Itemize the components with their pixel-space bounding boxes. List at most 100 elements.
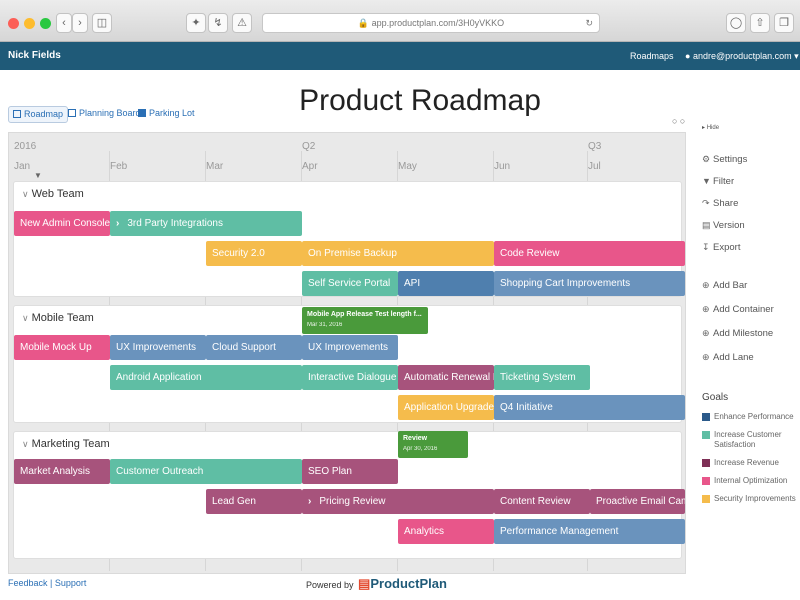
bar-label: API	[404, 278, 421, 289]
menu-label: Add Bar	[713, 280, 748, 291]
tab-roadmap[interactable]: Roadmap	[8, 106, 69, 123]
expand-arrow-icon[interactable]: ›	[308, 496, 311, 507]
chevron-down-icon: ∨	[22, 313, 29, 323]
filter-button[interactable]: ▼ Filter	[702, 176, 734, 187]
share-button[interactable]: ↷ Share	[702, 198, 738, 209]
tabs-icon[interactable]: ❐	[774, 13, 794, 33]
support-link[interactable]: Support	[55, 578, 87, 588]
bar-label: Market Analysis	[20, 466, 91, 477]
goal-legend-item: Increase Revenue	[702, 458, 798, 468]
close-window-button[interactable]	[8, 18, 19, 29]
chevron-down-icon: ▾	[791, 51, 799, 61]
minimize-window-button[interactable]	[24, 18, 35, 29]
goal-label: Internal Optimization	[714, 476, 788, 485]
roadmap-bar[interactable]: Analytics	[398, 519, 494, 544]
roadmap-bar[interactable]: Interactive Dialogue	[302, 365, 398, 390]
roadmaps-link[interactable]: Roadmaps	[630, 51, 674, 61]
roadmap-bar[interactable]: Self Service Portal	[302, 271, 398, 296]
browser-toolbar: ‹ › ◫ ✦ ↯ ⚠ 🔒 app.productplan.com/3H0yVK…	[0, 0, 800, 42]
bar-label: Analytics	[404, 526, 445, 537]
roadmap-bar[interactable]: Application Upgrade	[398, 395, 494, 420]
roadmap-bar[interactable]: Performance Management	[494, 519, 685, 544]
menu-label: Add Milestone	[713, 328, 774, 339]
add-lane-button[interactable]: ⊕ Add Lane	[702, 352, 754, 363]
roadmap-bar[interactable]: New Admin Console	[14, 211, 110, 236]
reload-icon[interactable]: ↻	[585, 14, 593, 32]
bar-label: Cloud Support	[212, 342, 276, 353]
milestone-title: Mobile App Release Test length f...	[307, 311, 422, 318]
bar-label: Mobile Mock Up	[20, 342, 92, 353]
roadmap-bar[interactable]: Automatic Renewal E	[398, 365, 494, 390]
month-label: Feb	[110, 161, 128, 172]
tab-planning-board[interactable]: Planning Board	[64, 106, 145, 123]
lane-title[interactable]: ∨ Web Team	[22, 188, 84, 200]
lane-title[interactable]: ∨ Marketing Team	[22, 438, 110, 450]
warning-icon[interactable]: ⚠	[232, 13, 252, 33]
roadmap-bar[interactable]: Mobile Mock Up	[14, 335, 110, 360]
expand-arrow-icon[interactable]: ›	[116, 218, 119, 229]
roadmap-board: 2016 Q2 Q3 Jan Feb Mar Apr May Jun Jul ▼…	[8, 132, 686, 574]
account-name[interactable]: Nick Fields	[8, 50, 61, 61]
menu-label: Hide	[706, 125, 720, 131]
extension-icon[interactable]: ✦	[186, 13, 206, 33]
zoom-window-button[interactable]	[40, 18, 51, 29]
hide-panel-button[interactable]: ▸ Hide	[702, 124, 719, 131]
settings-button[interactable]: ⚙ Settings	[702, 154, 747, 165]
roadmap-bar[interactable]: Shopping Cart Improvements	[494, 271, 685, 296]
milestone[interactable]: Mobile App Release Test length f... Mar …	[302, 307, 428, 334]
roadmap-bar[interactable]: Proactive Email Camp	[590, 489, 685, 514]
bar-label: Lead Gen	[212, 496, 256, 507]
roadmap-bar[interactable]: UX Improvements	[302, 335, 398, 360]
user-menu[interactable]: ● andre@productplan.com ▾	[685, 51, 799, 62]
roadmap-bar[interactable]: › Pricing Review	[302, 489, 494, 514]
add-bar-button[interactable]: ⊕ Add Bar	[702, 280, 747, 291]
roadmap-bar[interactable]: Security 2.0	[206, 241, 302, 266]
roadmap-bar[interactable]: Market Analysis	[14, 459, 110, 484]
add-container-button[interactable]: ⊕ Add Container	[702, 304, 774, 315]
export-button[interactable]: ↧ Export	[702, 242, 740, 253]
roadmap-bar[interactable]: UX Improvements	[110, 335, 206, 360]
roadmap-bar[interactable]: On Premise Backup	[302, 241, 494, 266]
lane-title-text: Mobile Team	[31, 312, 94, 324]
share-icon[interactable]: ⇧	[750, 13, 770, 33]
goal-label: Enhance Performance	[714, 412, 794, 421]
milestone-date: Mar 31, 2016	[307, 322, 343, 328]
zoom-toggle-icon[interactable]: ○ ○	[672, 116, 685, 126]
filter-icon: ▼	[702, 176, 711, 186]
roadmap-bar[interactable]: Lead Gen	[206, 489, 302, 514]
version-button[interactable]: ▤ Version	[702, 220, 745, 231]
roadmap-bar[interactable]: Cloud Support	[206, 335, 302, 360]
goals-title: Goals	[702, 392, 729, 403]
goal-label: Increase Customer Satisfaction	[714, 430, 782, 449]
roadmap-bar[interactable]: Q4 Initiative	[494, 395, 685, 420]
add-milestone-button[interactable]: ⊕ Add Milestone	[702, 328, 773, 339]
tab-parking-lot[interactable]: Parking Lot	[134, 106, 199, 123]
bar-label: Customer Outreach	[116, 466, 204, 477]
bar-label: Q4 Initiative	[500, 402, 553, 413]
forward-icon[interactable]: ›	[72, 13, 88, 33]
goal-legend-item: Enhance Performance	[702, 412, 798, 422]
roadmap-bar[interactable]: Ticketing System	[494, 365, 590, 390]
roadmap-bar[interactable]: Content Review	[494, 489, 590, 514]
feedback-link[interactable]: Feedback	[8, 578, 48, 588]
month-label: Mar	[206, 161, 224, 172]
address-bar[interactable]: 🔒 app.productplan.com/3H0yVKKO ↻	[262, 13, 600, 33]
lane-title[interactable]: ∨ Mobile Team	[22, 312, 94, 324]
back-icon[interactable]: ‹	[56, 13, 72, 33]
bar-label: Interactive Dialogue	[308, 372, 397, 383]
powered-by: Powered by ▤ProductPlan	[306, 576, 447, 592]
milestone[interactable]: Review Apr 30, 2016	[398, 431, 468, 458]
roadmap-bar[interactable]: › 3rd Party Integrations	[110, 211, 302, 236]
roadmap-bar[interactable]: Customer Outreach	[110, 459, 302, 484]
privacy-icon[interactable]: ◯	[726, 13, 746, 33]
sidebar-icon[interactable]: ◫	[92, 13, 112, 33]
roadmap-bar[interactable]: API	[398, 271, 494, 296]
share-icon: ↷	[702, 198, 710, 208]
roadmap-bar[interactable]: Code Review	[494, 241, 685, 266]
bolt-icon[interactable]: ↯	[208, 13, 228, 33]
productplan-logo[interactable]: ▤ProductPlan	[358, 576, 447, 591]
bar-label: Android Application	[116, 372, 202, 383]
roadmap-bar[interactable]: Android Application	[110, 365, 302, 390]
roadmap-bar[interactable]: SEO Plan	[302, 459, 398, 484]
board-icon	[68, 109, 76, 117]
